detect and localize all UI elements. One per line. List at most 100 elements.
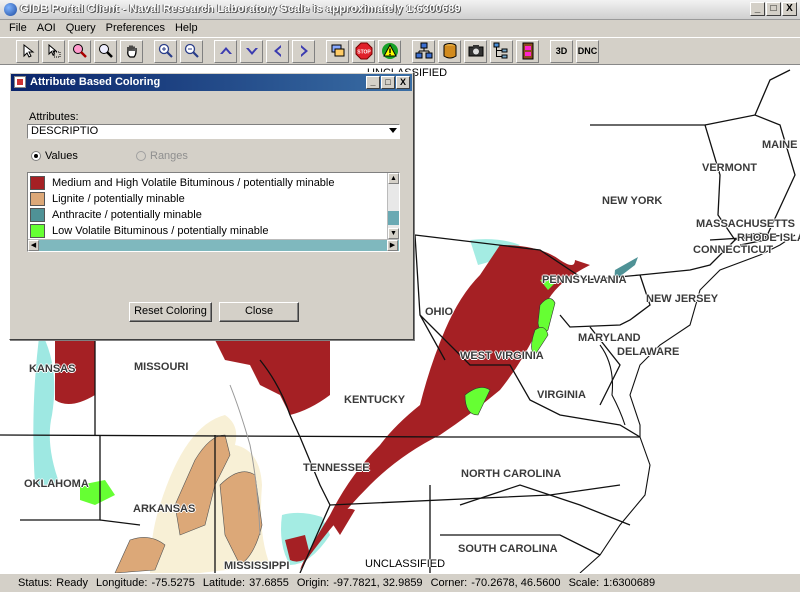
maximize-button[interactable]: □: [766, 2, 781, 16]
corner-label: Corner:: [430, 577, 468, 589]
scale-label: Scale:: [568, 577, 600, 589]
warning-icon[interactable]: [378, 39, 401, 63]
scroll-down-icon[interactable]: ▼: [388, 228, 399, 239]
state-label: MARYLAND: [578, 332, 641, 344]
state-label: RHODE ISLAND: [737, 232, 800, 244]
tree-icon[interactable]: [490, 39, 513, 63]
status-value: Ready: [56, 577, 89, 589]
zoom-tool-icon[interactable]: [94, 39, 117, 63]
state-label: OKLAHOMA: [24, 478, 89, 490]
state-label: ARKANSAS: [133, 503, 196, 515]
reset-coloring-button[interactable]: Reset Coloring: [129, 302, 212, 322]
pan-right-icon[interactable]: [292, 39, 315, 63]
scroll-left-icon[interactable]: ◀: [28, 240, 39, 251]
corner-value: -70.2678, 46.5600: [471, 577, 561, 589]
list-item[interactable]: Lignite / potentially minable: [30, 191, 185, 207]
list-item[interactable]: Medium and High Volatile Bituminous / po…: [30, 175, 335, 191]
chevron-down-icon[interactable]: [389, 128, 397, 133]
pan-hand-icon[interactable]: [120, 39, 143, 63]
longitude-value: -75.5275: [151, 577, 195, 589]
film-icon[interactable]: [516, 39, 539, 63]
menu-preferences[interactable]: Preferences: [101, 20, 170, 37]
network-icon[interactable]: [412, 39, 435, 63]
state-label: KENTUCKY: [344, 394, 406, 406]
color-swatch[interactable]: [30, 208, 45, 222]
horizontal-scrollbar[interactable]: ◀ ▶: [28, 239, 399, 251]
ranges-radio[interactable]: [136, 151, 146, 161]
dialog-close-button[interactable]: X: [396, 76, 410, 89]
state-label: NEW JERSEY: [646, 293, 719, 305]
layers-icon[interactable]: [326, 39, 349, 63]
state-label: TENNESSEE: [303, 462, 370, 474]
dialog-title: Attribute Based Coloring: [30, 76, 161, 88]
zoom-in-icon[interactable]: [154, 39, 177, 63]
latitude-value: 37.6855: [249, 577, 289, 589]
attributes-label: Attributes:: [29, 111, 79, 123]
state-label: CONNECTICUT: [693, 244, 774, 256]
dialog-close-action-button[interactable]: Close: [219, 302, 299, 322]
database-icon[interactable]: [438, 39, 461, 63]
state-label: NORTH CAROLINA: [461, 468, 562, 480]
svg-text:STOP: STOP: [357, 50, 371, 56]
window-title: GIDB Portal Client - Naval Research Labo…: [20, 3, 461, 15]
dialog-maximize-button[interactable]: □: [381, 76, 395, 89]
ranges-radio-option[interactable]: Ranges: [136, 150, 188, 162]
state-label: WEST VIRGINIA: [460, 350, 544, 362]
list-item[interactable]: Low Volatile Bituminous / potentially mi…: [30, 223, 268, 239]
state-label: VIRGINIA: [537, 389, 586, 401]
state-label: MISSISSIPPI: [224, 560, 290, 572]
toolbar: STOP 3D DNC: [0, 37, 800, 65]
list-item-label: Lignite / potentially minable: [52, 193, 185, 205]
list-item-label: Low Volatile Bituminous / potentially mi…: [52, 225, 269, 237]
scroll-up-icon[interactable]: ▲: [388, 173, 399, 184]
color-swatch[interactable]: [30, 224, 45, 238]
attribute-select[interactable]: DESCRIPTIO: [27, 124, 400, 139]
vertical-scrollbar[interactable]: ▲ ▼: [387, 173, 399, 239]
dialog-title-bar[interactable]: Attribute Based Coloring _ □ X: [11, 74, 412, 91]
color-swatch[interactable]: [30, 192, 45, 206]
color-swatch[interactable]: [30, 176, 45, 190]
dialog-minimize-button[interactable]: _: [366, 76, 380, 89]
origin-value: -97.7821, 32.9859: [333, 577, 423, 589]
minimize-button[interactable]: _: [750, 2, 765, 16]
pan-left-icon[interactable]: [266, 39, 289, 63]
ranges-radio-label: Ranges: [150, 150, 188, 162]
close-button[interactable]: X: [782, 2, 797, 16]
state-label: NEW YORK: [602, 195, 663, 207]
camera-icon[interactable]: [464, 39, 487, 63]
scroll-thumb[interactable]: [388, 211, 399, 225]
values-radio-label: Values: [45, 150, 78, 162]
longitude-label: Longitude:: [96, 577, 148, 589]
menu-help[interactable]: Help: [170, 20, 203, 37]
menu-aoi[interactable]: AOI: [32, 20, 61, 37]
dnc-button[interactable]: DNC: [576, 39, 599, 63]
select-region-icon[interactable]: [42, 39, 65, 63]
status-bar: Status: Ready Longitude: -75.5275 Latitu…: [0, 573, 800, 592]
select-arrow-icon[interactable]: [16, 39, 39, 63]
state-label: VERMONT: [702, 162, 757, 174]
menu-bar: File AOI Query Preferences Help: [0, 20, 800, 37]
state-label: SOUTH CAROLINA: [458, 543, 558, 555]
origin-label: Origin:: [296, 577, 330, 589]
values-radio-option[interactable]: Values: [31, 150, 78, 162]
zoom-region-icon[interactable]: [68, 39, 91, 63]
values-radio[interactable]: [31, 151, 41, 161]
classification-bottom-label: UNCLASSIFIED: [365, 558, 446, 570]
dialog-window-controls: _ □ X: [366, 76, 410, 89]
bituminous-region: [215, 333, 330, 415]
menu-query[interactable]: Query: [61, 20, 101, 37]
3d-view-button[interactable]: 3D: [550, 39, 573, 63]
list-item[interactable]: Anthracite / potentially minable: [30, 207, 202, 223]
state-label: OHIO: [425, 306, 454, 318]
menu-file[interactable]: File: [4, 20, 32, 37]
scroll-right-icon[interactable]: ▶: [387, 240, 398, 251]
state-label: MASSACHUSETTS: [696, 218, 796, 230]
zoom-out-icon[interactable]: [180, 39, 203, 63]
pan-up-icon[interactable]: [214, 39, 237, 63]
list-item-label: Medium and High Volatile Bituminous / po…: [52, 177, 335, 189]
stop-icon[interactable]: STOP: [352, 39, 375, 63]
pan-down-icon[interactable]: [240, 39, 263, 63]
scale-value: 1:6300689: [603, 577, 656, 589]
color-value-list[interactable]: Medium and High Volatile Bituminous / po…: [27, 172, 400, 252]
gidb-portal-window: GIDB Portal Client - Naval Research Labo…: [0, 0, 800, 592]
